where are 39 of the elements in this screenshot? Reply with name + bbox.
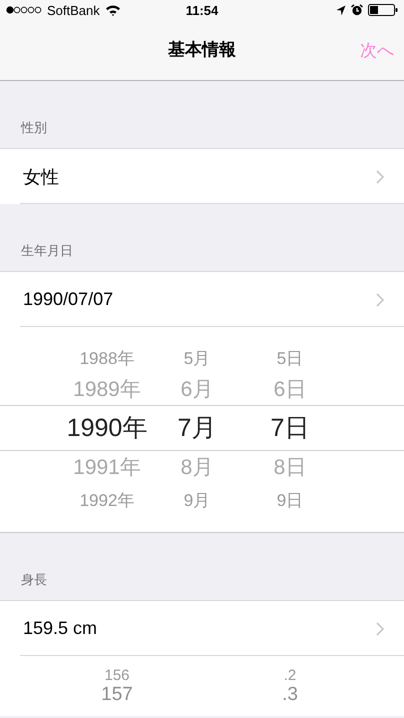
chevron-icon: [376, 170, 384, 184]
picker-option[interactable]: 6月: [180, 373, 214, 405]
location-arrow-icon: [336, 4, 346, 16]
picker-option[interactable]: 9日: [276, 485, 304, 515]
picker-wheel[interactable]: 1988年 1989年 1990年 1991年 1992年 5月 6月 7月 8月 9月 5日 6日 7日 8日 9日: [0, 327, 404, 533]
carrier-name: SoftBank: [47, 2, 100, 18]
picker-option[interactable]: 1988年: [80, 343, 134, 373]
picker-option[interactable]: 6日: [274, 373, 306, 405]
chevron-icon: [376, 292, 384, 306]
picker-option[interactable]: .3: [282, 685, 298, 704]
picker-option[interactable]: 7日: [270, 405, 310, 449]
section-header: 身長: [21, 572, 47, 589]
picker-option[interactable]: 5月: [184, 343, 210, 373]
picker-option[interactable]: 1989年: [73, 373, 141, 405]
alarm-clock-icon: [351, 4, 363, 16]
picker-option[interactable]: 1991年: [73, 449, 141, 485]
list-row[interactable]: 1990/07/07: [0, 272, 404, 327]
next-button[interactable]: 次へ: [360, 39, 394, 62]
picker-option[interactable]: 1990年: [66, 405, 148, 449]
wifi-icon: [104, 4, 121, 16]
picker-option[interactable]: 156: [104, 666, 130, 685]
picker-option[interactable]: 5日: [276, 343, 304, 373]
picker-option[interactable]: 8日: [274, 449, 306, 485]
picker-option[interactable]: 7月: [178, 405, 216, 449]
signal-icon: [6, 5, 42, 15]
clock-time: 11:54: [184, 2, 220, 18]
battery-icon: [368, 4, 398, 16]
section-header: 性別: [21, 120, 47, 137]
section-header: 生年月日: [21, 243, 73, 260]
picker-option[interactable]: 1992年: [80, 485, 134, 515]
picker-option[interactable]: 9月: [184, 485, 210, 515]
picker-option[interactable]: 8月: [180, 449, 214, 485]
picker-option[interactable]: .2: [284, 666, 296, 685]
picker-option[interactable]: 157: [101, 685, 133, 704]
list-row[interactable]: 159.5 cm: [0, 601, 404, 656]
picker-wheel[interactable]: 156 157 .2 .3: [0, 656, 404, 716]
chevron-icon: [376, 622, 384, 636]
screen-title: 基本情報: [168, 39, 236, 61]
list-row[interactable]: 女性: [0, 149, 404, 204]
